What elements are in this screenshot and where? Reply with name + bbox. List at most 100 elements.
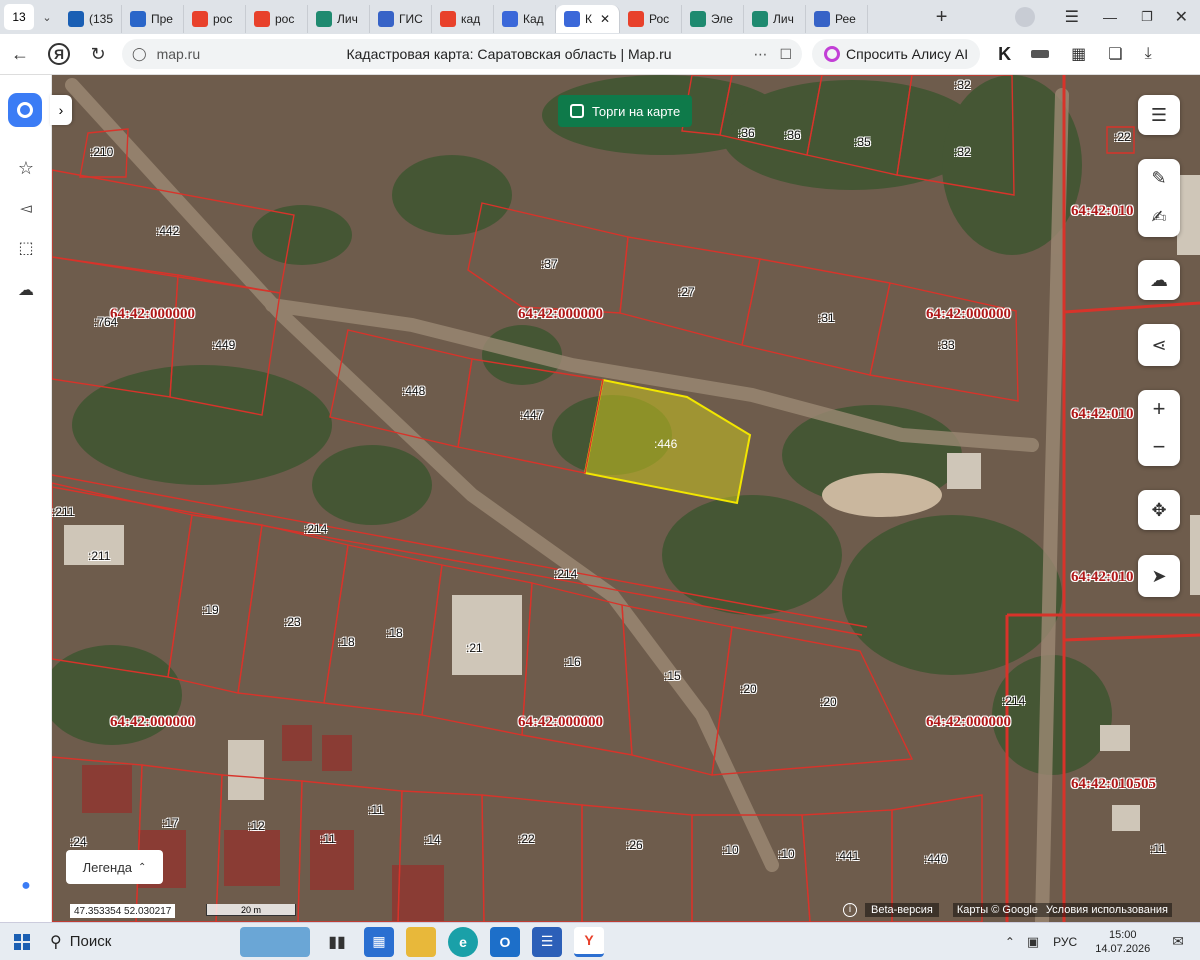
browser-tab[interactable]: Лич [744,5,806,33]
clock[interactable]: 15:00 14.07.2026 [1095,928,1150,956]
reload-icon[interactable]: ↻ [84,40,112,68]
browser-tab[interactable]: Эле [682,5,744,33]
back-arrow-icon[interactable]: ← [6,40,34,68]
parcel-label[interactable]: :10 [722,843,739,857]
parcel-label[interactable]: :20 [740,682,757,696]
parcel-label[interactable]: :449 [212,338,235,352]
move-button[interactable]: ✥ [1138,490,1180,530]
legend-button[interactable]: Легенда ⌃ [66,850,163,884]
beta-label[interactable]: Beta-версия [865,903,939,917]
terms-link[interactable]: Условия использования [1041,903,1172,917]
outlook-icon[interactable]: O [490,926,520,957]
zoom-in-button[interactable]: + [1153,396,1166,422]
parcel-label[interactable]: :764 [94,315,117,329]
expand-sidebar-chevron-icon[interactable]: › [50,95,72,125]
parcel-label[interactable]: :447 [520,408,543,422]
taskbar-search[interactable]: ⚲ Поиск [50,927,240,957]
parcel-label[interactable]: :448 [402,384,425,398]
browser-tab[interactable]: К ✕ [556,5,620,33]
document-app-icon[interactable]: ☰ [532,926,562,957]
bookmark-icon[interactable]: ☐ [779,46,792,63]
browser-tab[interactable]: ГИС [370,5,432,33]
parcel-label[interactable]: :36 [738,126,755,140]
cloud-icon[interactable]: ☁ [13,277,39,303]
browser-tab[interactable]: Лич [308,5,370,33]
ruler-icon[interactable]: ✎ [1151,168,1166,189]
parcel-label[interactable]: :11 [368,803,384,817]
language-indicator[interactable]: РУС [1053,935,1077,949]
tray-device-icon[interactable]: ▣ [1027,934,1039,950]
parcel-label[interactable]: :33 [938,338,955,352]
extension-k-icon[interactable]: K [998,44,1011,65]
map-canvas[interactable]: 64:42:000000 64:42:000000 64:42:000000 6… [52,75,1200,922]
browser-tab[interactable]: кад [432,5,494,33]
parcel-label[interactable]: :24 [70,835,87,849]
extension-hat-icon[interactable] [1031,50,1050,58]
route-icon[interactable]: ◅ [13,195,39,221]
browser-tab[interactable]: Кад [494,5,556,33]
browser-tab[interactable]: рос [246,5,308,33]
parcel-label[interactable]: :18 [386,626,403,640]
browser-tab[interactable]: (135 [60,5,122,33]
mapru-logo-icon[interactable] [8,93,42,127]
close-tab-icon[interactable]: ✕ [600,12,610,26]
menu-icon[interactable]: ☰ [1065,7,1079,27]
cloud-upload-button[interactable]: ☁ [1138,260,1180,300]
download-icon[interactable]: ⤓ [1145,45,1152,63]
parcel-label[interactable]: :23 [284,615,301,629]
parcel-label[interactable]: :11 [320,832,336,846]
task-view-icon[interactable]: ▮▮ [322,927,352,957]
parcel-label[interactable]: :14 [424,833,441,847]
parcel-label[interactable]: :11 [1150,842,1166,856]
more-icon[interactable]: ⋯ [753,46,767,63]
parcel-label[interactable]: :441 [836,849,859,863]
browser-tab[interactable]: Пре [122,5,184,33]
parcel-label[interactable]: :440 [924,852,947,866]
url-field[interactable]: ◯ map.ru Кадастровая карта: Саратовская … [122,39,802,69]
profile-avatar-icon[interactable] [1014,7,1035,27]
auctions-toggle-button[interactable]: Торги на карте [558,95,693,127]
parcel-label[interactable]: :22 [1114,130,1131,144]
parcel-label[interactable]: :19 [202,603,219,617]
weather-widget-icon[interactable] [240,926,310,957]
parcel-label[interactable]: :36 [784,128,801,142]
favorites-star-icon[interactable]: ☆ [13,155,39,181]
zoom-out-button[interactable]: − [1153,434,1166,460]
ask-alice-button[interactable]: Спросить Алису AI [812,39,981,69]
parcel-label[interactable]: :17 [162,816,179,830]
parcel-label[interactable]: :27 [678,285,695,299]
collections-icon[interactable]: ❏ [1108,44,1122,64]
parcel-label[interactable]: :37 [541,257,558,271]
parcel-label[interactable]: :214 [1002,694,1025,708]
parcel-label[interactable]: :35 [854,135,871,149]
share-button[interactable]: ⋖ [1138,324,1180,366]
parcel-label-446[interactable]: :446 [654,437,677,451]
layers-button[interactable]: ☰ [1138,95,1180,135]
tray-chevron-icon[interactable]: ⌃ [1005,935,1015,949]
browser-tab[interactable]: Рос [620,5,682,33]
yandex-browser-icon[interactable]: Y [574,926,604,957]
new-tab-button[interactable]: + [929,6,955,29]
parcel-label[interactable]: :16 [564,655,581,669]
browser-tab[interactable]: Рее [806,5,868,33]
tab-list-chevron-icon[interactable]: ⌄ [34,11,60,24]
info-icon[interactable]: i [843,903,857,917]
locate-button[interactable]: ➤ [1138,555,1180,597]
parcel-label[interactable]: :211 [88,549,110,563]
parcel-label[interactable]: :32 [954,78,971,92]
parcel-label[interactable]: :12 [248,819,265,833]
file-explorer-icon[interactable] [406,926,436,957]
parcel-label[interactable]: :10 [778,847,795,861]
parcel-label[interactable]: :214 [304,522,327,536]
edge-icon[interactable]: e [448,926,478,957]
minimize-button[interactable]: — [1103,9,1117,25]
browser-tab[interactable]: рос [184,5,246,33]
parcel-label[interactable]: :21 [466,641,483,655]
extensions-puzzle-icon[interactable]: ▦ [1071,44,1086,64]
store-icon[interactable]: ▦ [364,926,394,957]
parcel-label[interactable]: :26 [626,838,643,852]
edit-icon[interactable]: ✍ [1151,207,1166,228]
parcel-label[interactable]: :211 [52,505,74,519]
restore-button[interactable]: ❐ [1141,9,1153,25]
close-window-button[interactable]: ✕ [1175,7,1188,27]
